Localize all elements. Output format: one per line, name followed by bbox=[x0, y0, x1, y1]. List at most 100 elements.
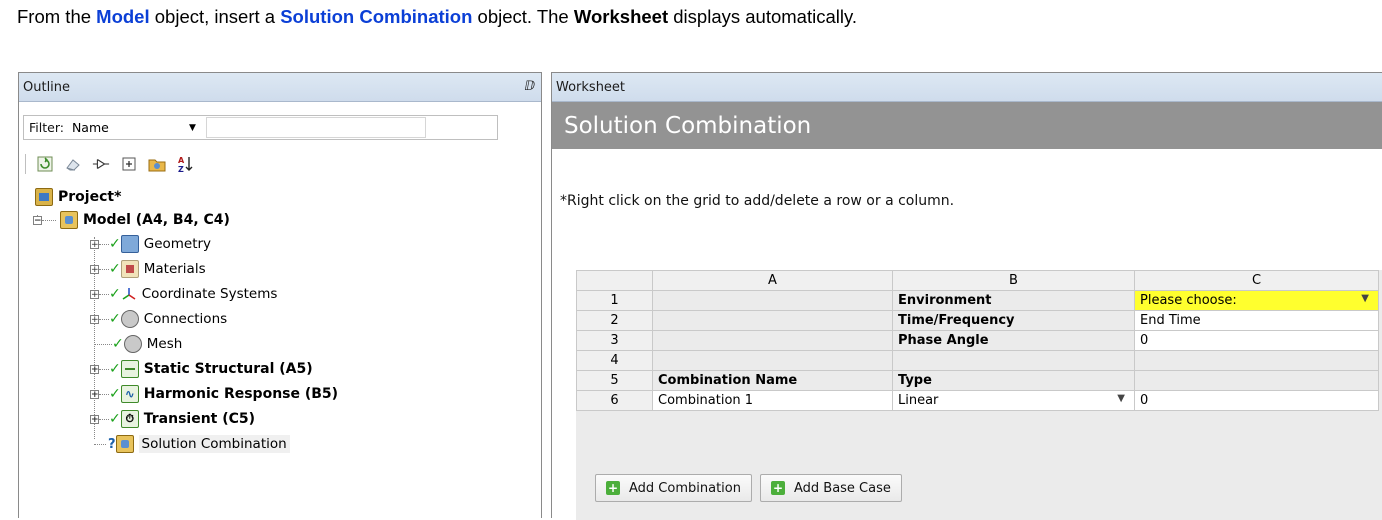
type-dropdown[interactable]: Linear ▼ bbox=[892, 390, 1135, 411]
row-number[interactable]: 5 bbox=[576, 370, 653, 391]
grid-buttons: + Add Combination + Add Base Case bbox=[595, 474, 902, 502]
check-icon: ✓ bbox=[112, 336, 124, 352]
grid-cell[interactable] bbox=[1134, 350, 1379, 371]
transient-clock-icon: ⏱ bbox=[120, 410, 139, 428]
tree-connector bbox=[99, 268, 109, 270]
tree-label: Solution Combination bbox=[138, 435, 290, 453]
table-row: 6 Combination 1 Linear ▼ 0 bbox=[576, 390, 1379, 411]
tree-node-materials[interactable]: + ✓ Materials bbox=[90, 257, 206, 281]
outline-toolbar: AZ bbox=[25, 153, 194, 175]
check-icon: ✓ bbox=[109, 361, 121, 377]
check-icon: ✓ bbox=[109, 411, 121, 427]
svg-text:A: A bbox=[178, 156, 185, 165]
environment-dropdown[interactable]: Please choose: ▼ bbox=[1134, 290, 1379, 311]
grid-cell[interactable] bbox=[652, 330, 893, 351]
tree-label: Static Structural (A5) bbox=[143, 361, 313, 377]
combination-name-cell[interactable]: Combination 1 bbox=[652, 390, 893, 411]
worksheet-panel: Worksheet Solution Combination *Right cl… bbox=[551, 72, 1382, 520]
expand-all-icon[interactable] bbox=[120, 155, 138, 173]
folder-icon[interactable] bbox=[148, 155, 166, 173]
solution-combination-link[interactable]: Solution Combination bbox=[280, 6, 472, 27]
dropdown-arrow-icon[interactable]: ▼ bbox=[1117, 393, 1125, 404]
tree-label: Coordinate Systems bbox=[141, 286, 278, 302]
branch-icon[interactable] bbox=[92, 155, 110, 173]
coordinate-axes-icon bbox=[121, 286, 137, 302]
check-icon: ✓ bbox=[109, 311, 121, 327]
heading-text: Solution Combination bbox=[564, 112, 812, 139]
expand-icon[interactable]: + bbox=[90, 289, 99, 299]
add-combination-button[interactable]: + Add Combination bbox=[595, 474, 752, 502]
outline-header: Outline ⅅ bbox=[19, 73, 541, 102]
tree-node-coordinate-systems[interactable]: + ✓ Coordinate Systems bbox=[90, 282, 277, 306]
column-header-b[interactable]: B bbox=[892, 270, 1135, 291]
grid-cell[interactable]: End Time bbox=[1134, 310, 1379, 331]
tree-label: Mesh bbox=[146, 336, 183, 352]
tree-node-connections[interactable]: + ✓ Connections bbox=[90, 307, 227, 331]
sort-az-icon[interactable]: AZ bbox=[176, 155, 194, 173]
eraser-icon[interactable] bbox=[64, 155, 82, 173]
row-number[interactable]: 2 bbox=[576, 310, 653, 331]
tree-node-solution-combination[interactable]: ? Solution Combination bbox=[94, 432, 290, 456]
check-icon: ✓ bbox=[109, 236, 121, 252]
tree-label: Project* bbox=[58, 189, 122, 205]
grid-header-row: A B C bbox=[576, 270, 1379, 291]
dropdown-arrow-icon[interactable]: ▼ bbox=[1361, 293, 1369, 304]
tree-label: Connections bbox=[143, 311, 228, 327]
add-base-case-button[interactable]: + Add Base Case bbox=[759, 474, 902, 502]
tree-node-project[interactable]: Project* bbox=[35, 185, 121, 209]
expand-icon[interactable]: + bbox=[90, 239, 99, 249]
refresh-icon[interactable] bbox=[36, 155, 54, 173]
grid-cell[interactable]: 0 bbox=[1134, 330, 1379, 351]
connections-icon bbox=[120, 310, 139, 328]
tree-node-harmonic-response[interactable]: + ✓ ∿ Harmonic Response (B5) bbox=[90, 382, 338, 406]
filter-text-input[interactable] bbox=[205, 117, 426, 138]
solution-combination-heading: Solution Combination bbox=[552, 102, 1382, 149]
row-number[interactable]: 3 bbox=[576, 330, 653, 351]
check-icon: ✓ bbox=[109, 286, 121, 302]
tree-node-mesh[interactable]: ✓ Mesh bbox=[94, 332, 182, 356]
question-mark-icon: ? bbox=[108, 436, 116, 452]
tree-node-transient[interactable]: + ✓ ⏱ Transient (C5) bbox=[90, 407, 255, 431]
dropdown-arrow-icon: ▼ bbox=[189, 122, 196, 133]
filter-dropdown[interactable]: Name ▼ bbox=[72, 117, 200, 139]
intro-text-2: object, insert a bbox=[149, 6, 281, 27]
materials-icon bbox=[120, 260, 139, 278]
tree-node-static-structural[interactable]: + ✓ Static Structural (A5) bbox=[90, 357, 313, 381]
tree-node-geometry[interactable]: + ✓ Geometry bbox=[90, 232, 211, 256]
grid-cell[interactable] bbox=[892, 350, 1135, 371]
check-icon: ✓ bbox=[109, 261, 121, 277]
expand-icon[interactable]: + bbox=[90, 364, 99, 374]
table-row: 3 Phase Angle 0 bbox=[576, 330, 1379, 351]
expand-icon[interactable]: + bbox=[90, 389, 99, 399]
row-number[interactable]: 1 bbox=[576, 290, 653, 311]
grid-instruction-note: *Right click on the grid to add/delete a… bbox=[560, 193, 955, 209]
tree-label: Harmonic Response (B5) bbox=[143, 386, 339, 402]
expand-icon[interactable]: + bbox=[90, 264, 99, 274]
grid-cell[interactable] bbox=[1134, 370, 1379, 391]
outline-panel: Outline ⅅ Filter: Name ▼ AZ Project* − M… bbox=[18, 72, 542, 518]
column-header-c[interactable]: C bbox=[1134, 270, 1379, 291]
pin-icon[interactable]: ⅅ bbox=[524, 79, 535, 94]
grid-cell[interactable]: 0 bbox=[1134, 390, 1379, 411]
combination-grid[interactable]: A B C 1 Environment Please choose: ▼ 2 Ti… bbox=[576, 270, 1379, 411]
row-number[interactable]: 4 bbox=[576, 350, 653, 371]
tree-label: Transient (C5) bbox=[143, 411, 256, 427]
grid-cell[interactable] bbox=[652, 290, 893, 311]
static-structural-icon bbox=[120, 360, 139, 378]
collapse-icon[interactable]: − bbox=[33, 215, 42, 225]
model-link[interactable]: Model bbox=[96, 6, 149, 27]
grid-cell[interactable] bbox=[652, 350, 893, 371]
column-header-a[interactable]: A bbox=[652, 270, 893, 291]
tree-connector bbox=[42, 219, 56, 221]
intro-text-4: displays automatically. bbox=[668, 6, 857, 27]
dropdown-value: Please choose: bbox=[1140, 293, 1237, 308]
filter-label: Filter: bbox=[29, 120, 64, 135]
instruction-text: From the Model object, insert a Solution… bbox=[17, 6, 857, 28]
expand-icon[interactable]: + bbox=[90, 314, 99, 324]
grid-cell[interactable] bbox=[652, 310, 893, 331]
tree-node-model[interactable]: − Model (A4, B4, C4) bbox=[33, 208, 230, 232]
toolbar-separator bbox=[25, 154, 26, 174]
expand-icon[interactable]: + bbox=[90, 414, 99, 424]
plus-icon: + bbox=[770, 481, 785, 495]
row-number[interactable]: 6 bbox=[576, 390, 653, 411]
